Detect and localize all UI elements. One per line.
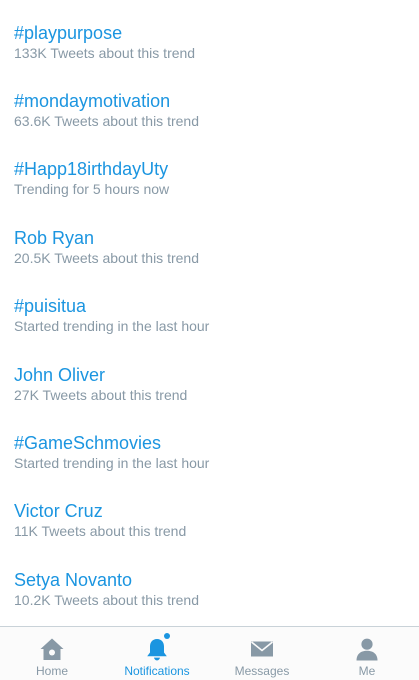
trend-name[interactable]: #puisitua xyxy=(14,295,86,317)
trend-meta: 20.5K Tweets about this trend xyxy=(14,250,199,266)
person-icon xyxy=(354,636,380,662)
trend-name[interactable]: #mondaymotivation xyxy=(14,90,170,112)
trend-name[interactable]: Setya Novanto xyxy=(14,569,132,591)
trend-meta: Trending for 5 hours now xyxy=(14,181,170,197)
trend-name[interactable]: John Oliver xyxy=(14,364,105,386)
tab-label: Me xyxy=(358,664,376,678)
tab-home[interactable]: Home xyxy=(0,627,104,680)
tab-label: Notifications xyxy=(124,664,190,678)
trend-item[interactable]: #puisitua Started trending in the last h… xyxy=(0,295,419,355)
trend-meta: 10.2K Tweets about this trend xyxy=(14,592,199,608)
envelope-icon xyxy=(249,636,275,662)
trend-name[interactable]: #Happ18irthdayUty xyxy=(14,158,168,180)
trend-meta: 27K Tweets about this trend xyxy=(14,387,188,403)
trend-item[interactable]: John Oliver 27K Tweets about this trend xyxy=(0,364,419,424)
tab-me[interactable]: Me xyxy=(315,627,419,680)
trend-item[interactable]: #Happ18irthdayUty Trending for 5 hours n… xyxy=(0,158,419,218)
trend-meta: Started trending in the last hour xyxy=(14,455,210,471)
tab-messages[interactable]: Messages xyxy=(210,627,314,680)
trend-meta: 133K Tweets about this trend xyxy=(14,45,196,61)
trend-meta: Started trending in the last hour xyxy=(14,318,210,334)
trend-item[interactable]: Setya Novanto 10.2K Tweets about this tr… xyxy=(0,569,419,622)
trend-name[interactable]: Rob Ryan xyxy=(14,227,94,249)
unread-dot xyxy=(164,633,170,639)
trend-name[interactable]: Victor Cruz xyxy=(14,500,103,522)
trend-item[interactable]: #GameSchmovies Started trending in the l… xyxy=(0,432,419,492)
trend-name[interactable]: #playpurpose xyxy=(14,22,122,44)
trend-item[interactable]: #playpurpose 133K Tweets about this tren… xyxy=(0,22,419,82)
trend-item[interactable]: Rob Ryan 20.5K Tweets about this trend xyxy=(0,227,419,287)
tab-label: Home xyxy=(35,664,68,678)
tab-label: Messages xyxy=(234,664,290,678)
trend-meta: 11K Tweets about this trend xyxy=(14,523,187,539)
trend-item[interactable]: Victor Cruz 11K Tweets about this trend xyxy=(0,500,419,560)
trend-item[interactable]: #mondaymotivation 63.6K Tweets about thi… xyxy=(0,90,419,150)
trend-meta: 63.6K Tweets about this trend xyxy=(14,113,199,129)
home-icon xyxy=(39,636,65,662)
tab-notifications[interactable]: Notifications xyxy=(105,627,209,680)
bell-icon xyxy=(144,633,170,662)
trend-name[interactable]: #GameSchmovies xyxy=(14,432,161,454)
tab-bar: Home Notifications Messages Me xyxy=(0,626,419,680)
trends-list: #playpurpose 133K Tweets about this tren… xyxy=(0,0,419,622)
